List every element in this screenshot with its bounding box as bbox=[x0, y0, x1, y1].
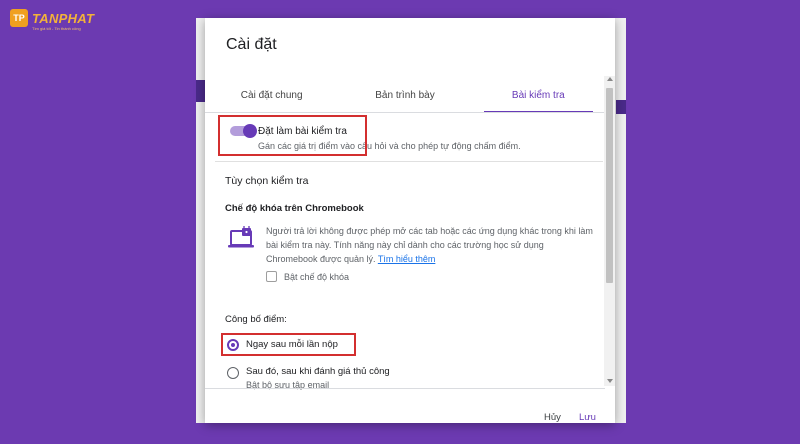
highlight-box-release bbox=[221, 333, 356, 356]
logo-brand: TANPHAT bbox=[32, 10, 95, 26]
footer-divider bbox=[205, 388, 605, 389]
save-button[interactable]: Lưu bbox=[579, 412, 596, 423]
locked-mode-checkbox[interactable] bbox=[266, 271, 277, 282]
tanphat-logo: TP TANPHAT Tìm giá tốt - Tin thành công bbox=[10, 9, 95, 31]
dialog-title: Cài đặt bbox=[226, 36, 277, 53]
release-grade-title: Công bố điểm: bbox=[225, 314, 287, 325]
logo-mark-icon: TP bbox=[10, 9, 28, 27]
tabs-divider bbox=[205, 112, 605, 113]
learn-more-link[interactable]: Tìm hiểu thêm bbox=[378, 254, 436, 264]
settings-tabs: Cài đặt chung Bản trình bày Bài kiểm tra bbox=[205, 76, 605, 113]
chromebook-lock-title: Chế độ khóa trên Chromebook bbox=[225, 203, 364, 214]
highlight-box-quiz bbox=[218, 115, 367, 156]
scroll-up-arrow-icon[interactable] bbox=[607, 77, 613, 81]
radio-later[interactable] bbox=[227, 367, 239, 379]
section-divider bbox=[215, 161, 603, 162]
tab-quizzes[interactable]: Bài kiểm tra bbox=[472, 76, 605, 113]
cancel-button[interactable]: Hủy bbox=[544, 412, 561, 423]
quiz-options-title: Tùy chọn kiểm tra bbox=[225, 175, 309, 187]
locked-mode-option[interactable]: Bật chế độ khóa bbox=[266, 271, 349, 282]
settings-dialog: Cài đặt Cài đặt chung Bản trình bày Bài … bbox=[205, 18, 615, 423]
logo-tagline: Tìm giá tốt - Tin thành công bbox=[32, 26, 81, 31]
tab-presentation[interactable]: Bản trình bày bbox=[338, 76, 471, 112]
locked-laptop-icon bbox=[228, 226, 254, 248]
scrollbar-thumb[interactable] bbox=[606, 88, 613, 283]
locked-mode-label: Bật chế độ khóa bbox=[284, 271, 350, 282]
chromebook-lock-description: Người trả lời không được phép mở các tab… bbox=[266, 224, 596, 266]
background-accent-bar bbox=[616, 100, 626, 114]
scroll-down-arrow-icon[interactable] bbox=[607, 379, 613, 383]
radio-later-label[interactable]: Sau đó, sau khi đánh giá thủ công bbox=[246, 366, 390, 377]
tab-general[interactable]: Cài đặt chung bbox=[205, 76, 338, 112]
